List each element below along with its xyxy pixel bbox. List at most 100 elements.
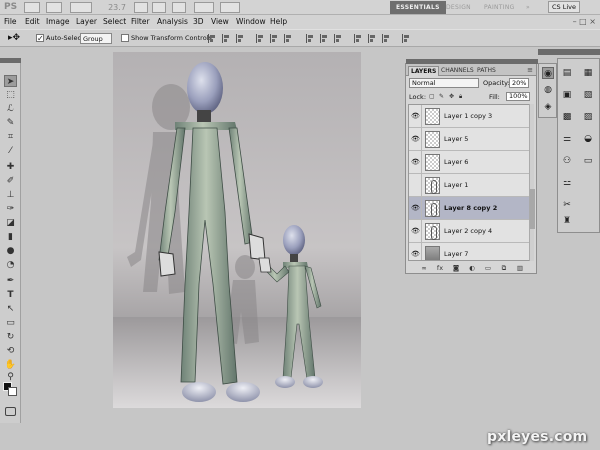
workspace-more-icon[interactable]: » bbox=[520, 1, 536, 14]
type-tool-icon[interactable]: T bbox=[4, 289, 17, 301]
distribute-right-icon[interactable] bbox=[382, 34, 391, 43]
align-horizontal-center-icon[interactable] bbox=[270, 34, 279, 43]
rectangle-tool-icon[interactable]: ▭ bbox=[4, 317, 17, 329]
3d-rotate-tool-icon[interactable]: ↻ bbox=[4, 331, 17, 343]
history-brush-tool-icon[interactable]: ✑ bbox=[4, 203, 17, 215]
tool-presets-panel-icon[interactable]: ⚍ bbox=[561, 177, 573, 189]
gradient-tool-icon[interactable]: ▮ bbox=[4, 231, 17, 243]
eraser-tool-icon[interactable]: ◪ bbox=[4, 217, 17, 229]
align-vertical-center-icon[interactable] bbox=[222, 34, 231, 43]
screen-mode-button[interactable] bbox=[220, 2, 240, 13]
lock-transparency-icon[interactable]: ▢ bbox=[429, 94, 435, 100]
blend-mode-dropdown[interactable]: Normal bbox=[409, 78, 479, 88]
brushes-panel-icon[interactable]: ✂ bbox=[561, 199, 573, 211]
link-layers-icon[interactable]: ∞ bbox=[420, 264, 428, 272]
actions-panel-icon[interactable]: ▭ bbox=[582, 155, 594, 167]
distribute-left-icon[interactable] bbox=[354, 34, 363, 43]
lock-position-icon[interactable]: ✥ bbox=[449, 94, 455, 100]
new-group-icon[interactable]: ▭ bbox=[484, 264, 492, 272]
layer-row[interactable]: 👁︎ Layer 7 bbox=[409, 243, 529, 260]
history-panel-icon[interactable]: ⚇ bbox=[561, 155, 573, 167]
panel-menu-icon[interactable]: ≡ bbox=[527, 66, 533, 74]
navigator-panel-icon[interactable]: ▤ bbox=[561, 67, 573, 79]
layer-row[interactable]: Layer 1 bbox=[409, 174, 529, 197]
lock-pixels-icon[interactable]: ✎ bbox=[439, 94, 445, 100]
menu-filter[interactable]: Filter bbox=[131, 17, 150, 27]
info-panel-icon[interactable]: ▣ bbox=[561, 89, 573, 101]
3d-orbit-tool-icon[interactable]: ⟲ bbox=[4, 345, 17, 357]
eyedropper-tool-icon[interactable]: ⁄ bbox=[4, 145, 17, 157]
distribute-hcenter-icon[interactable] bbox=[368, 34, 377, 43]
quick-mask-icon[interactable] bbox=[5, 407, 16, 416]
zoom-level[interactable]: 23.7 bbox=[104, 2, 130, 13]
masks-panel-icon[interactable]: ◒ bbox=[582, 133, 594, 145]
align-right-icon[interactable] bbox=[284, 34, 293, 43]
clone-stamp-tool-icon[interactable]: ⊥ bbox=[4, 189, 17, 201]
menu-3d[interactable]: 3D bbox=[193, 17, 204, 27]
layer-row[interactable]: 👁︎ Layer 6 bbox=[409, 151, 529, 174]
menu-layer[interactable]: Layer bbox=[76, 17, 97, 27]
menu-edit[interactable]: Edit bbox=[25, 17, 40, 27]
styles-panel-icon[interactable]: ▨ bbox=[582, 111, 594, 123]
dock-column-1-header[interactable] bbox=[538, 49, 557, 55]
auto-align-icon[interactable] bbox=[402, 34, 411, 43]
eye-icon[interactable]: 👁︎ bbox=[410, 243, 422, 260]
auto-select-dropdown[interactable]: Group bbox=[80, 33, 112, 44]
eye-hidden-icon[interactable] bbox=[410, 174, 422, 196]
swatches-panel-icon[interactable]: ▩ bbox=[561, 111, 573, 123]
add-mask-icon[interactable]: ◙ bbox=[452, 264, 460, 272]
delete-layer-icon[interactable]: ▥ bbox=[516, 264, 524, 272]
pen-tool-icon[interactable]: ✒ bbox=[4, 275, 17, 287]
layer-name[interactable]: Layer 2 copy 4 bbox=[444, 227, 492, 235]
rotate-view-icon[interactable] bbox=[172, 2, 186, 13]
layer-row[interactable]: 👁︎ Layer 5 bbox=[409, 128, 529, 151]
align-top-icon[interactable] bbox=[208, 34, 217, 43]
adjustment-layer-icon[interactable]: ◐ bbox=[468, 264, 476, 272]
layer-name[interactable]: Layer 7 bbox=[444, 250, 468, 258]
eye-icon[interactable]: 👁︎ bbox=[410, 220, 422, 242]
layer-name[interactable]: Layer 1 copy 3 bbox=[444, 112, 492, 120]
view-extras-button[interactable] bbox=[70, 2, 92, 13]
menu-window[interactable]: Window bbox=[236, 17, 266, 27]
layer-name[interactable]: Layer 5 bbox=[444, 135, 468, 143]
new-layer-icon[interactable]: ⧉ bbox=[500, 264, 508, 272]
move-tool-icon[interactable]: ➤ bbox=[4, 75, 17, 87]
eye-icon[interactable]: 👁︎ bbox=[410, 128, 422, 150]
arrange-documents-button[interactable] bbox=[194, 2, 214, 13]
tab-layers[interactable]: LAYERS bbox=[408, 66, 440, 76]
healing-brush-tool-icon[interactable]: ✚ bbox=[4, 161, 17, 173]
menu-view[interactable]: View bbox=[211, 17, 229, 27]
menu-help[interactable]: Help bbox=[270, 17, 287, 27]
layer-row[interactable]: 👁︎ Layer 8 copy 2 bbox=[409, 197, 529, 220]
tools-panel-header[interactable] bbox=[0, 58, 21, 63]
layer-name[interactable]: Layer 6 bbox=[444, 158, 468, 166]
clone-source-panel-icon[interactable]: ♜ bbox=[561, 215, 573, 227]
workspace-painting[interactable]: PAINTING bbox=[478, 1, 521, 14]
paths-panel-icon[interactable]: ◈ bbox=[542, 101, 554, 113]
workspace-essentials[interactable]: ESSENTIALS bbox=[390, 1, 446, 14]
transform-controls-checkbox[interactable] bbox=[121, 34, 129, 42]
lock-all-icon[interactable]: 🔒︎ bbox=[459, 94, 465, 100]
color-panel-icon[interactable]: ▧ bbox=[582, 89, 594, 101]
layer-name[interactable]: Layer 1 bbox=[444, 181, 468, 189]
background-color-swatch[interactable] bbox=[8, 387, 17, 396]
tab-channels[interactable]: CHANNELS bbox=[439, 66, 476, 76]
align-bottom-icon[interactable] bbox=[236, 34, 245, 43]
dock-column-2-header[interactable] bbox=[557, 49, 600, 55]
mini-bridge-button[interactable] bbox=[46, 2, 62, 13]
menu-file[interactable]: File bbox=[4, 17, 17, 27]
lasso-tool-icon[interactable]: ℒ bbox=[4, 103, 17, 115]
menu-analysis[interactable]: Analysis bbox=[157, 17, 188, 27]
quick-select-tool-icon[interactable]: ✎ bbox=[4, 117, 17, 129]
menu-select[interactable]: Select bbox=[103, 17, 126, 27]
layer-row[interactable]: 👁︎ Layer 1 copy 3 bbox=[409, 105, 529, 128]
blur-tool-icon[interactable]: ● bbox=[4, 245, 17, 257]
document-canvas[interactable] bbox=[113, 52, 361, 408]
window-controls[interactable]: – □ × bbox=[573, 17, 596, 26]
align-left-icon[interactable] bbox=[256, 34, 265, 43]
menu-image[interactable]: Image bbox=[46, 17, 70, 27]
brush-tool-icon[interactable]: ✐ bbox=[4, 175, 17, 187]
layer-name[interactable]: Layer 8 copy 2 bbox=[444, 204, 497, 212]
layers-panel-icon[interactable]: ◉ bbox=[542, 67, 554, 79]
eye-icon[interactable]: 👁︎ bbox=[410, 151, 422, 173]
